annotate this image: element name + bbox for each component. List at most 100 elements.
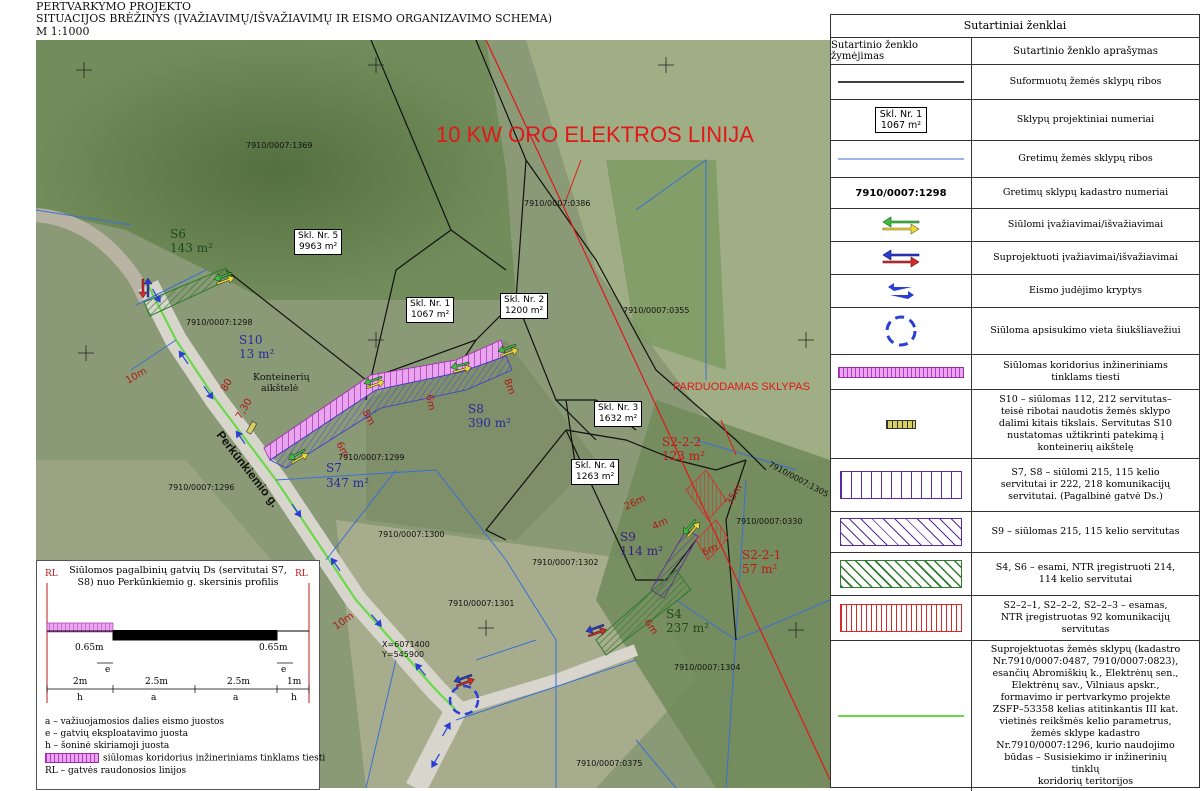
legend-sym-s10	[831, 390, 972, 458]
legend-desc-1: Sklypų projektiniai numeriai	[1016, 114, 1155, 125]
profile-legend-5: RL – gatvės raudonosios linijos	[45, 766, 187, 776]
profile-dim-4: 1m	[287, 677, 302, 687]
plot-3-box[interactable]: Skl. Nr. 3 1632 m²	[594, 401, 643, 427]
profile-dim-3: 2.5m	[227, 677, 250, 687]
legend-desc-8: Siūlomas koridorius inžineriniams tinkla…	[1003, 360, 1168, 383]
power-line-label: 10 KW ORO ELEKTROS LINIJA	[436, 122, 754, 147]
s222-area: 123 m²	[662, 449, 705, 463]
legend-col1: Sutartinio ženklo žymėjimas	[831, 38, 972, 64]
legend-row-s10: S10 – siūlomas 112, 212 servitutas– teis…	[831, 390, 1199, 459]
plot-1-box[interactable]: Skl. Nr. 1 1067 m²	[406, 297, 455, 323]
legend-row-s9: S9 – siūlomas 215, 115 kelio servitutas	[831, 512, 1199, 553]
plot-4-box[interactable]: Skl. Nr. 4 1263 m²	[571, 459, 620, 485]
s4-area: 237 m²	[666, 621, 709, 635]
cadastre-0330: 7910/0007:0330	[736, 517, 802, 526]
s222-name: S2-2-2	[662, 435, 701, 449]
legend-row-road: Suprojektuotas žemės sklypų (kadastro Nr…	[831, 641, 1199, 791]
legend-sym-s7-s8	[831, 459, 972, 511]
legend-desc-13: S2–2–1, S2–2–2, S2–2–3 – esamas, NTR įre…	[1000, 600, 1171, 635]
legend-desc-5: Suprojektuoti įvažiavimai/išvažiavimai	[993, 252, 1178, 263]
plot-3-area: 1632 m²	[599, 414, 638, 424]
header-scale: M 1:1000	[36, 25, 90, 38]
profile-dim-2: 2.5m	[145, 677, 168, 687]
profile-legend-4: siūlomas koridorius inžineriniams tinkla…	[103, 753, 326, 764]
profile-drawing	[46, 583, 310, 703]
cross-section-profile: Siūlomos pagalbinių gatvių Ds (servituta…	[36, 560, 325, 790]
cadastre-1298: 7910/0007:1298	[186, 318, 252, 327]
legend-sym-red-blue-arrows	[831, 242, 972, 274]
legend-row-s7-s8: S7, S8 – siūlomi 215, 115 kelio servitut…	[831, 459, 1199, 512]
cadastre-1300: 7910/0007:1300	[378, 530, 444, 539]
plot-2-area: 1200 m²	[505, 306, 544, 316]
coord-x: X=6071400	[382, 640, 430, 649]
legend-sym-plot-area: 1067 m²	[880, 120, 922, 131]
legend-row-projected-entrances: Suprojektuoti įvažiavimai/išvažiavimai	[831, 242, 1199, 275]
legend-desc-7: Siūloma apsisukimo vieta šiukšliavežiui	[990, 325, 1181, 336]
s10-area: 13 m²	[239, 347, 274, 361]
cadastre-0355: 7910/0007:0355	[623, 306, 689, 315]
plot-2-name: Skl. Nr. 2	[504, 295, 545, 305]
legend-sym-road	[831, 641, 972, 791]
cadastre-1302: 7910/0007:1302	[532, 558, 598, 567]
legend-title: Sutartiniai ženklai	[831, 15, 1199, 38]
profile-letter-2: a	[151, 693, 157, 703]
legend-row-traffic: Eismo judėjimo kryptys	[831, 275, 1199, 308]
legend-row-turnaround: Siūloma apsisukimo vieta šiukšliavežiui	[831, 308, 1199, 355]
s8-name: S8	[468, 402, 484, 416]
s6-name: S6	[170, 227, 186, 241]
legend-sym-s4-s6	[831, 553, 972, 595]
s7-area: 347 m²	[326, 476, 369, 490]
for-sale-label: PARDUODAMAS SKLYPAS	[673, 381, 810, 393]
legend-desc-2: Gretimų žemės sklypų ribos	[1018, 153, 1153, 164]
legend-sym-traffic-arrows	[831, 275, 972, 307]
plot-1-area: 1067 m²	[411, 310, 450, 320]
s9-name: S9	[620, 530, 636, 544]
profile-e-1: e	[105, 665, 111, 675]
profile-legend-corridor-swatch	[45, 753, 99, 763]
legend-desc-4: Siūlomi įvažiavimai/išvažiavimai	[1007, 219, 1164, 230]
plot-2-box[interactable]: Skl. Nr. 2 1200 m²	[500, 293, 549, 319]
profile-letter-4: h	[291, 693, 297, 703]
legend-sym-plot-name: Skl. Nr. 1	[879, 109, 923, 120]
s7-name: S7	[326, 461, 342, 475]
s9-area: 114 m²	[620, 544, 663, 558]
legend-desc-12: S4, S6 – esami, NTR įregistruoti 214, 11…	[995, 562, 1176, 585]
legend-row-corridor: Siūlomas koridorius inžineriniams tinkla…	[831, 355, 1199, 390]
cadastre-1296: 7910/0007:1296	[168, 483, 234, 492]
legend-row-s2: S2–2–1, S2–2–2, S2–2–3 – esamas, NTR įre…	[831, 596, 1199, 641]
legend-row-cadastre: 7910/0007:1298 Gretimų sklypų kadastro n…	[831, 178, 1199, 209]
legend-sym-turnaround	[831, 308, 972, 354]
profile-letter-3: a	[233, 693, 239, 703]
plot-5-area: 9963 m²	[299, 242, 338, 252]
legend-sym-corridor	[831, 355, 972, 389]
plot-5-name: Skl. Nr. 5	[298, 231, 339, 241]
legend-sym-adjacent	[831, 141, 972, 177]
legend-desc-9: S10 – siūlomas 112, 212 servitutas– teis…	[998, 394, 1173, 453]
legend-desc-3: Gretimų sklypų kadastro numeriai	[1002, 187, 1169, 198]
legend-sym-green-arrows	[831, 209, 972, 241]
profile-carriageway	[113, 630, 277, 640]
s221-area: 57 m²	[742, 562, 777, 576]
legend-row-adjacent: Gretimų žemės sklypų ribos	[831, 141, 1199, 178]
coord-y: Y=545900	[381, 650, 424, 659]
legend-sym-s2	[831, 596, 972, 640]
legend-desc-6: Eismo judėjimo kryptys	[1029, 285, 1142, 296]
legend-row-boundaries: Suformuotų žemės sklypų ribos	[831, 65, 1199, 100]
container-label-1: Konteinerių	[253, 372, 310, 383]
profile-dim-top-1: 0.65m	[75, 643, 104, 653]
profile-legend-3: h – šoninė skiriamoji juosta	[45, 741, 170, 751]
legend-panel: Sutartiniai ženklai Sutartinio ženklo žy…	[830, 14, 1200, 791]
plot-1-name: Skl. Nr. 1	[410, 299, 451, 309]
profile-legend-2: e – gatvių eksploatavimo juosta	[45, 729, 189, 739]
legend-header: Sutartinio ženklo žymėjimas Sutartinio ž…	[831, 38, 1199, 65]
plot-5-box[interactable]: Skl. Nr. 5 9963 m²	[294, 229, 343, 255]
legend-sym-s9	[831, 512, 972, 552]
legend-desc-0: Suformuotų žemės sklypų ribos	[1009, 76, 1162, 87]
cadastre-1369: 7910/0007:1369	[246, 141, 312, 150]
container-label-2: aikštelė	[261, 383, 299, 394]
legend-row-s4-s6: S4, S6 – esami, NTR įregistruoti 214, 11…	[831, 553, 1199, 596]
legend-col2: Sutartinio ženklo aprašymas	[1013, 45, 1158, 57]
cadastre-0386: 7910/0007:0386	[524, 199, 590, 208]
legend-row-plot-numbers: Skl. Nr. 1 1067 m² Sklypų projektiniai nu…	[831, 100, 1199, 141]
legend-sym-plot-box: Skl. Nr. 1 1067 m²	[831, 100, 972, 140]
